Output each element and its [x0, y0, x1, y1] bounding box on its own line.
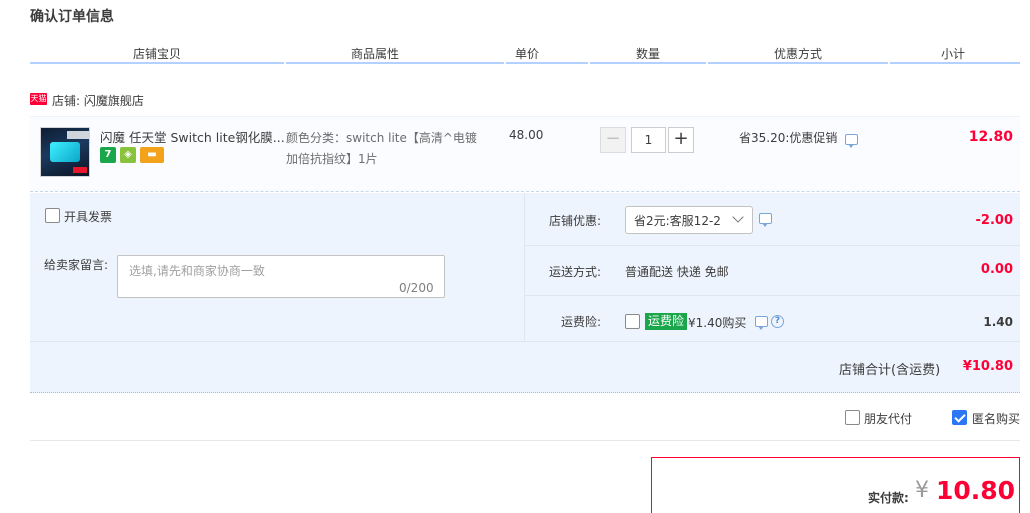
seller-message-counter: 0/200	[399, 281, 434, 295]
row-divider	[525, 245, 1020, 246]
quantity-decrease-button[interactable]: −	[600, 127, 626, 153]
invoice-checkbox[interactable]	[45, 208, 60, 223]
shop-discount-label: 店铺优惠:	[549, 214, 602, 228]
insurance-info-icon[interactable]	[755, 316, 768, 330]
column-underline	[506, 62, 588, 64]
unit-price: 48.00	[509, 128, 544, 142]
friend-pay-checkbox[interactable]	[845, 410, 860, 425]
column-underline	[708, 62, 888, 64]
freight-insurance-label: 运费险:	[561, 315, 602, 329]
column-header-attributes: 商品属性	[351, 47, 400, 61]
invoice-label: 开具发票	[64, 210, 113, 224]
shipping-method-value: 普通配送 快递 免邮	[625, 265, 729, 279]
shop-total-label: 店铺合计(含运费)	[839, 363, 941, 378]
column-header-quantity: 数量	[636, 47, 661, 61]
column-header-unit-price: 单价	[515, 47, 540, 61]
panel-divider	[524, 193, 525, 341]
column-header-shop-item: 店铺宝贝	[133, 47, 182, 61]
anonymous-purchase-label: 匿名购买	[972, 412, 1021, 426]
product-title-link[interactable]: 闪魔 任天堂 Switch lite钢化膜...	[100, 127, 285, 146]
payment-amount: 10.80	[936, 476, 1016, 505]
freight-insurance-value: 1.40	[983, 315, 1013, 329]
discount-info-icon[interactable]	[759, 213, 772, 227]
payment-label: 实付款:	[868, 491, 909, 505]
tmall-icon: 天猫	[30, 93, 47, 105]
page-title: 确认订单信息	[30, 9, 114, 25]
product-attributes: 颜色分类：switch lite【高清^电镀加倍抗指纹】1片	[286, 131, 477, 166]
row-divider	[525, 295, 1020, 296]
shipping-method-label: 运送方式:	[549, 265, 602, 279]
quantity-increase-button[interactable]: +	[668, 127, 694, 153]
column-underline	[890, 62, 1020, 64]
column-underline	[590, 62, 706, 64]
section-divider	[30, 440, 1020, 441]
credit-card-icon[interactable]: ▬	[140, 147, 164, 163]
currency-symbol: ¥	[915, 478, 929, 503]
seller-message-placeholder: 选填,请先和商家协商一致	[129, 264, 265, 278]
column-underline	[30, 62, 284, 64]
promotion-info-icon[interactable]	[845, 134, 858, 148]
product-thumbnail[interactable]	[40, 127, 90, 177]
shop-name-link[interactable]: 店铺: 闪魔旗舰店	[52, 92, 144, 109]
shop-total-value: ¥10.80	[962, 359, 1013, 374]
item-subtotal: 12.80	[968, 129, 1013, 145]
column-header-subtotal: 小计	[941, 47, 966, 61]
freight-insurance-badge: 运费险	[645, 313, 688, 330]
row-divider	[30, 341, 1020, 342]
quantity-input[interactable]: 1	[631, 127, 666, 153]
column-header-discount: 优惠方式	[774, 47, 823, 61]
promotion-text: 省35.20:优惠促销	[739, 131, 838, 145]
seller-message-label: 给卖家留言:	[44, 258, 109, 272]
shop-discount-value: -2.00	[975, 213, 1013, 228]
question-mark-icon[interactable]: ?	[771, 315, 784, 328]
anonymous-purchase-checkbox[interactable]	[952, 410, 967, 425]
freight-insurance-price: ¥1.40购买	[688, 316, 747, 330]
seven-day-return-icon[interactable]: 7	[100, 147, 116, 163]
friend-pay-label: 朋友代付	[864, 412, 913, 426]
shop-discount-selected: 省2元:客服12-2	[634, 214, 721, 228]
shipping-fee: 0.00	[980, 262, 1013, 277]
freight-insurance-checkbox[interactable]	[625, 314, 640, 329]
column-underline	[286, 62, 504, 64]
service-guarantee-icon[interactable]: ◈	[120, 147, 136, 163]
